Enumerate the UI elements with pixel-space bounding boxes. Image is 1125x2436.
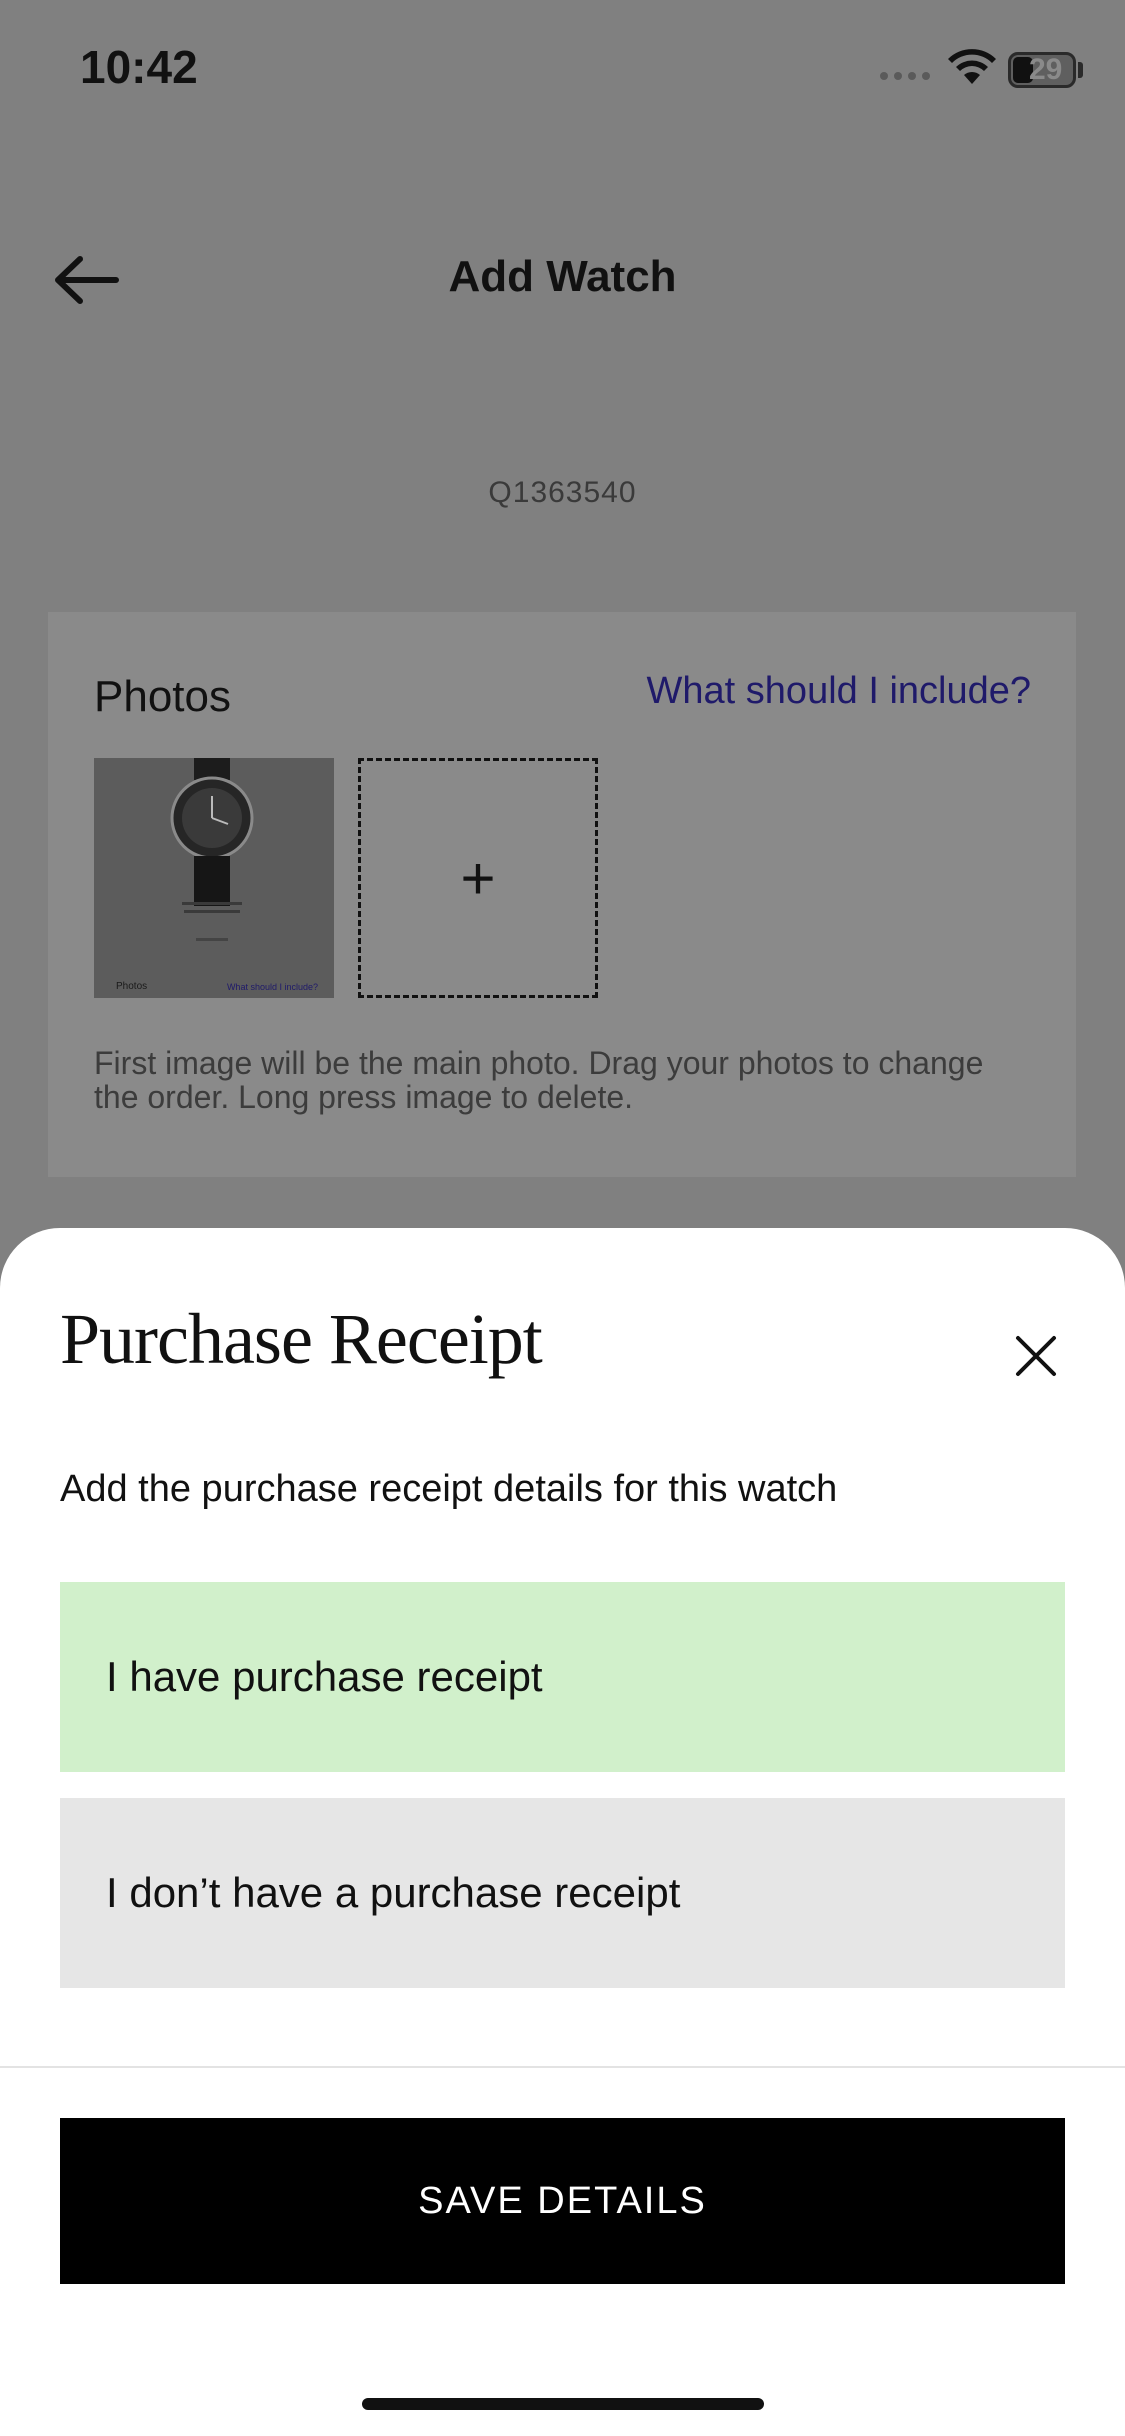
page-title: Add Watch — [448, 252, 677, 301]
cellular-signal-icon — [880, 72, 932, 84]
sheet-title: Purchase Receipt — [60, 1299, 543, 1379]
reference-code: Q1363540 — [488, 476, 637, 509]
option-label: I don’t have a purchase receipt — [106, 1869, 681, 1916]
close-icon — [1016, 1336, 1056, 1376]
battery-cap — [1078, 62, 1083, 78]
photos-title: Photos — [94, 672, 231, 721]
battery-icon: 29 — [1008, 52, 1076, 88]
battery-level: 29 — [1029, 53, 1063, 86]
status-bar: 10:42 29 — [0, 0, 1125, 140]
watch-image — [94, 758, 334, 998]
sheet-description: Add the purchase receipt details for thi… — [60, 1468, 838, 1510]
photos-hint: First image will be the main photo. Drag… — [94, 1045, 984, 1115]
home-indicator — [362, 2398, 764, 2410]
photos-help-link[interactable]: What should I include? — [647, 670, 1031, 713]
close-button[interactable] — [1008, 1328, 1064, 1384]
thumbnail-caption: Photos — [116, 981, 148, 992]
photo-thumbnail[interactable]: Photos What should I include? — [94, 758, 334, 998]
divider — [0, 2066, 1125, 2068]
photos-card: Photos What should I include? Photos Wha… — [48, 612, 1076, 1177]
status-time: 10:42 — [80, 41, 198, 93]
add-photo-button[interactable]: + — [358, 758, 598, 998]
option-no-receipt[interactable]: I don’t have a purchase receipt — [60, 1798, 1065, 1988]
purchase-receipt-sheet: Purchase Receipt Add the purchase receip… — [0, 1228, 1125, 2436]
option-label: I have purchase receipt — [106, 1653, 543, 1700]
save-details-button[interactable]: SAVE DETAILS — [60, 2118, 1065, 2284]
thumbnail-link: What should I include? — [226, 982, 318, 992]
plus-icon: + — [460, 844, 496, 912]
option-have-receipt[interactable]: I have purchase receipt — [60, 1582, 1065, 1772]
wifi-icon — [948, 49, 996, 84]
